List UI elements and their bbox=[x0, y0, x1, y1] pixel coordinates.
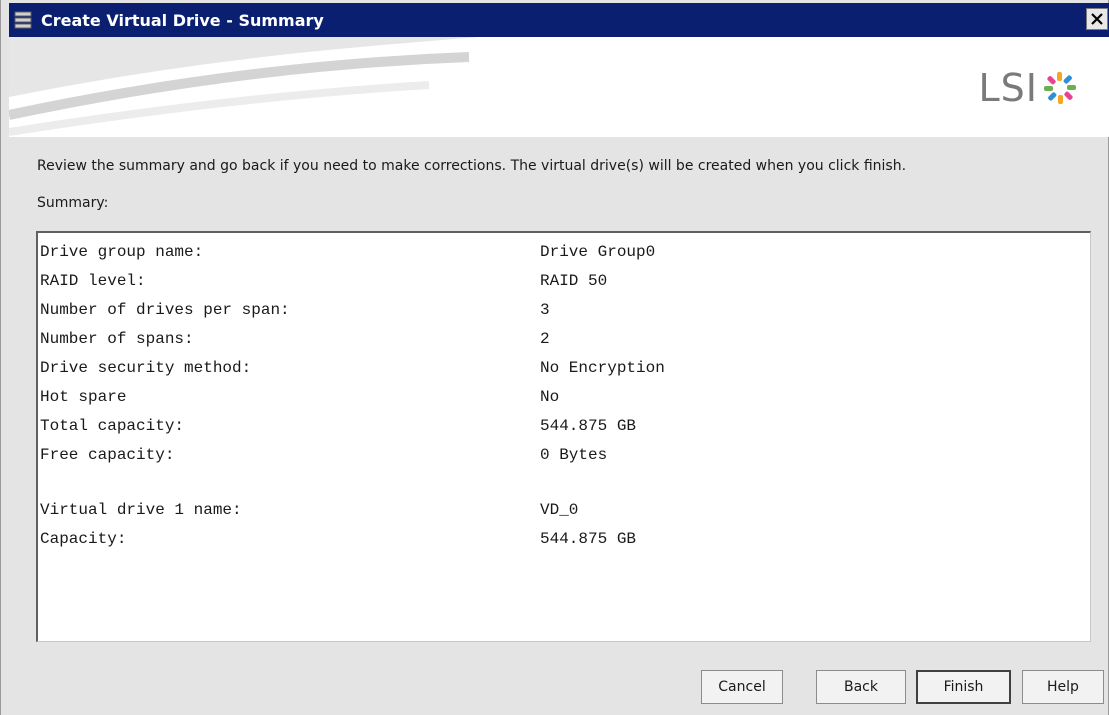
summary-row: Hot spare No bbox=[40, 388, 940, 412]
summary-key: Hot spare bbox=[40, 388, 127, 406]
summary-row: Drive group name: Drive Group0 bbox=[40, 243, 940, 267]
create-virtual-drive-dialog: Create Virtual Drive - Summary LSI Revie… bbox=[0, 0, 1109, 715]
server-icon bbox=[13, 10, 33, 30]
summary-value: VD_0 bbox=[540, 501, 579, 519]
summary-value: No bbox=[540, 388, 560, 406]
summary-row: Virtual drive 1 name: VD_0 bbox=[40, 501, 940, 525]
summary-key: Drive group name: bbox=[40, 243, 204, 261]
summary-key: Free capacity: bbox=[40, 446, 175, 464]
summary-value: 2 bbox=[540, 330, 550, 348]
summary-row: Total capacity: 544.875 GB bbox=[40, 417, 940, 441]
summary-key: Virtual drive 1 name: bbox=[40, 501, 242, 519]
summary-row: Number of drives per span: 3 bbox=[40, 301, 940, 325]
summary-row: Drive security method: No Encryption bbox=[40, 359, 940, 383]
summary-key: Capacity: bbox=[40, 530, 127, 548]
help-button[interactable]: Help bbox=[1022, 670, 1104, 704]
summary-value: 3 bbox=[540, 301, 550, 319]
summary-key: RAID level: bbox=[40, 272, 146, 290]
summary-value: No Encryption bbox=[540, 359, 665, 377]
summary-value: 544.875 GB bbox=[540, 530, 637, 548]
summary-label: Summary: bbox=[37, 195, 109, 211]
banner-swoosh bbox=[9, 37, 1109, 136]
title-bar: Create Virtual Drive - Summary bbox=[9, 3, 1109, 37]
lsi-logo: LSI bbox=[979, 69, 1083, 107]
summary-key: Drive security method: bbox=[40, 359, 252, 377]
summary-value: 544.875 GB bbox=[540, 417, 637, 435]
header-banner: LSI bbox=[9, 37, 1109, 137]
summary-key: Number of drives per span: bbox=[40, 301, 290, 319]
cancel-button[interactable]: Cancel bbox=[701, 670, 783, 704]
summary-row: Capacity: 544.875 GB bbox=[40, 530, 940, 554]
close-icon bbox=[1091, 10, 1103, 29]
summary-key: Total capacity: bbox=[40, 417, 185, 435]
back-button[interactable]: Back bbox=[816, 670, 906, 704]
finish-button[interactable]: Finish bbox=[916, 670, 1011, 704]
summary-value: RAID 50 bbox=[540, 272, 608, 290]
close-button[interactable] bbox=[1086, 8, 1108, 30]
summary-row: RAID level: RAID 50 bbox=[40, 272, 940, 296]
summary-value: Drive Group0 bbox=[540, 243, 656, 261]
lsi-starburst-icon bbox=[1044, 72, 1076, 104]
summary-key: Number of spans: bbox=[40, 330, 194, 348]
instruction-text: Review the summary and go back if you ne… bbox=[37, 158, 907, 174]
summary-value: 0 Bytes bbox=[540, 446, 608, 464]
window-title: Create Virtual Drive - Summary bbox=[41, 10, 324, 30]
summary-row: Free capacity: 0 Bytes bbox=[40, 446, 940, 470]
summary-row: Number of spans: 2 bbox=[40, 330, 940, 354]
summary-text-area[interactable]: Drive group name: Drive Group0 RAID leve… bbox=[36, 231, 1091, 642]
